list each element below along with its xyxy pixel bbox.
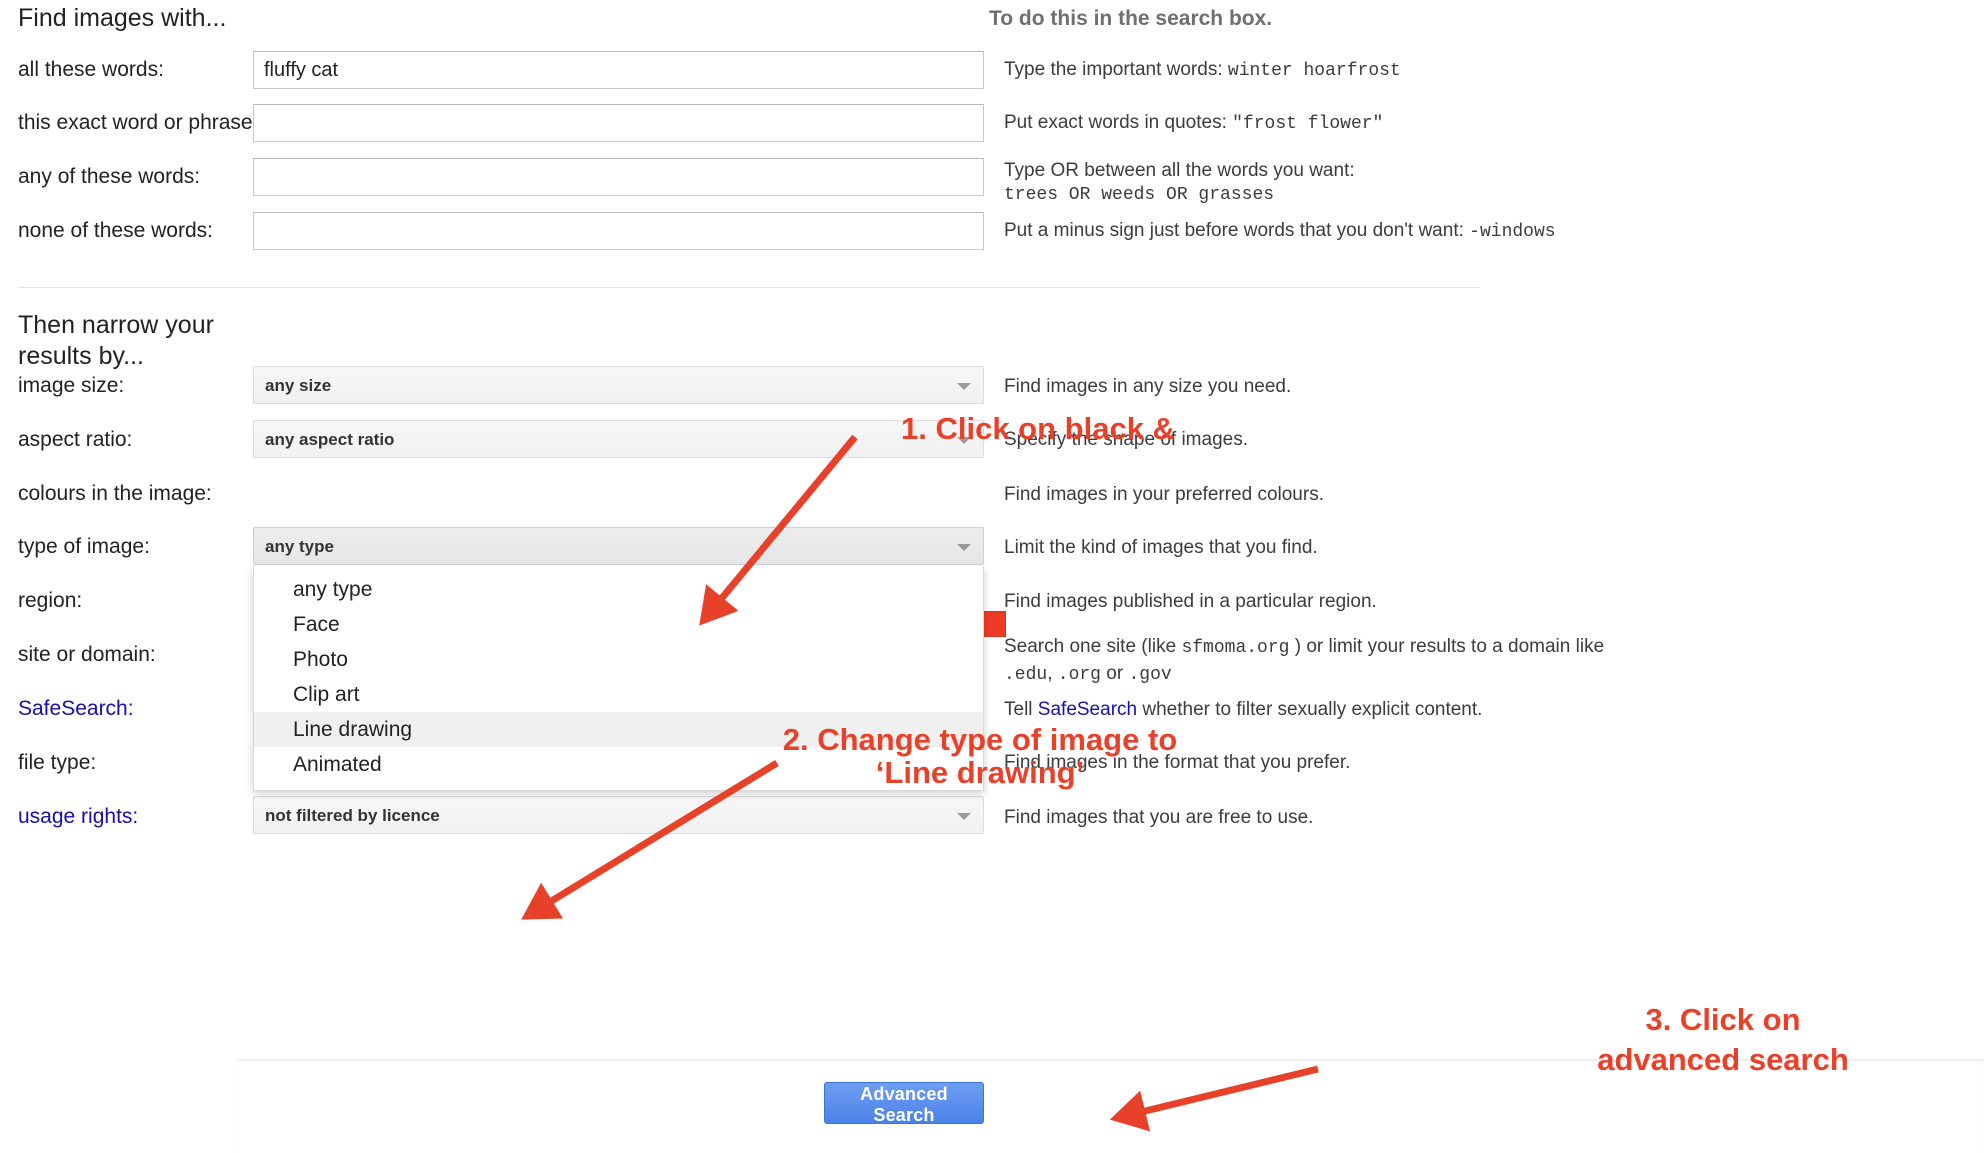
image-size-value: any size bbox=[265, 376, 332, 395]
hint-colours-in-the-image: Find images in your preferred colours. bbox=[1004, 484, 1324, 505]
hint-all-these-words: Type the important words: winter hoarfro… bbox=[1004, 58, 1401, 83]
dropdown-option-any-type[interactable]: any type bbox=[254, 572, 983, 607]
usage-rights-select[interactable]: not filtered by licence bbox=[253, 796, 984, 834]
all-these-words-input[interactable] bbox=[253, 51, 984, 89]
label-type-of-image: type of image: bbox=[18, 535, 150, 558]
dropdown-option-clip-art[interactable]: Clip art bbox=[254, 677, 983, 712]
usage-rights-value: not filtered by licence bbox=[265, 806, 440, 825]
chevron-down-icon bbox=[957, 383, 971, 390]
hint-text: Tell bbox=[1004, 699, 1033, 720]
dropdown-option-face[interactable]: Face bbox=[254, 607, 983, 642]
label-file-type: file type: bbox=[18, 751, 97, 774]
chevron-down-icon bbox=[957, 813, 971, 820]
aspect-ratio-select[interactable]: any aspect ratio bbox=[253, 420, 984, 458]
label-safesearch[interactable]: SafeSearch: bbox=[18, 697, 134, 721]
annotation-step-2: 2. Change type of image to ‘Line drawing… bbox=[782, 722, 1178, 790]
narrow-results-title: Then narrow your results by... bbox=[18, 311, 214, 370]
hint-text: Type OR between all the words you want: bbox=[1004, 160, 1355, 181]
hint-text: Put a minus sign just before words that … bbox=[1004, 220, 1464, 241]
hint-usage-rights: Find images that you are free to use. bbox=[1004, 807, 1314, 828]
annotation-step-3: 3. Click on advanced search bbox=[1597, 1002, 1849, 1077]
label-all-these-words: all these words: bbox=[18, 58, 164, 81]
section-divider bbox=[18, 287, 1480, 288]
dropdown-option-photo[interactable]: Photo bbox=[254, 642, 983, 677]
hint-text: ) or limit your results to a domain like bbox=[1294, 636, 1605, 657]
hint-code: "frost flower" bbox=[1232, 114, 1384, 134]
aspect-ratio-value: any aspect ratio bbox=[265, 430, 395, 449]
advanced-search-button[interactable]: Advanced Search bbox=[824, 1082, 984, 1125]
type-of-image-value: any type bbox=[265, 537, 334, 556]
safesearch-link[interactable]: SafeSearch bbox=[1038, 699, 1137, 720]
hint-code: .org bbox=[1057, 665, 1101, 685]
image-size-select[interactable]: any size bbox=[253, 366, 984, 404]
hint-code: .edu bbox=[1004, 665, 1048, 685]
type-of-image-select[interactable]: any type bbox=[253, 527, 984, 565]
hint-code: -windows bbox=[1469, 222, 1556, 242]
label-any-of-these-words: any of these words: bbox=[18, 165, 201, 188]
page-title: Find images with... bbox=[18, 4, 227, 32]
label-image-size: image size: bbox=[18, 374, 125, 397]
hint-code: sfmoma.org bbox=[1181, 638, 1290, 658]
advanced-image-search-page: Find images with... To do this in the se… bbox=[0, 0, 1984, 1153]
hint-code: .gov bbox=[1128, 665, 1172, 685]
hint-text: Put exact words in quotes: bbox=[1004, 112, 1227, 133]
hint-code: trees OR weeds OR grasses bbox=[1004, 185, 1275, 205]
chevron-down-icon bbox=[957, 544, 971, 551]
hint-image-size: Find images in any size you need. bbox=[1004, 376, 1292, 397]
hint-text: or bbox=[1106, 663, 1124, 684]
none-of-these-words-input[interactable] bbox=[253, 212, 984, 250]
hint-any-of-these-words: Type OR between all the words you want: … bbox=[1004, 158, 1355, 208]
hint-code: winter hoarfrost bbox=[1227, 61, 1401, 81]
hint-exact-word-or-phrase: Put exact words in quotes: "frost flower… bbox=[1004, 111, 1383, 136]
label-site-or-domain: site or domain: bbox=[18, 643, 156, 666]
label-usage-rights[interactable]: usage rights: bbox=[18, 805, 138, 829]
hint-site-or-domain: Search one site (like sfmoma.org ) or li… bbox=[1004, 634, 1604, 688]
label-exact-word-or-phrase: this exact word or phrase: bbox=[18, 111, 259, 134]
hint-text: Type the important words: bbox=[1004, 59, 1223, 80]
hint-safesearch: Tell SafeSearch whether to filter sexual… bbox=[1004, 698, 1482, 722]
hint-none-of-these-words: Put a minus sign just before words that … bbox=[1004, 219, 1556, 244]
label-region: region: bbox=[18, 589, 83, 612]
annotation-step-1: 1. Click on black & bbox=[901, 411, 1175, 446]
any-of-these-words-input[interactable] bbox=[253, 158, 984, 196]
hint-text: whether to filter sexually explicit cont… bbox=[1142, 699, 1483, 720]
label-aspect-ratio: aspect ratio: bbox=[18, 428, 133, 451]
hint-text: Search one site (like bbox=[1004, 636, 1177, 657]
label-none-of-these-words: none of these words: bbox=[18, 219, 213, 242]
label-colours-in-the-image: colours in the image: bbox=[18, 482, 212, 505]
hint-text: , bbox=[1047, 663, 1053, 684]
hint-region: Find images published in a particular re… bbox=[1004, 591, 1377, 612]
hint-type-of-image: Limit the kind of images that you find. bbox=[1004, 537, 1318, 558]
exact-word-or-phrase-input[interactable] bbox=[253, 104, 984, 142]
search-box-hint-heading: To do this in the search box. bbox=[989, 7, 1273, 30]
